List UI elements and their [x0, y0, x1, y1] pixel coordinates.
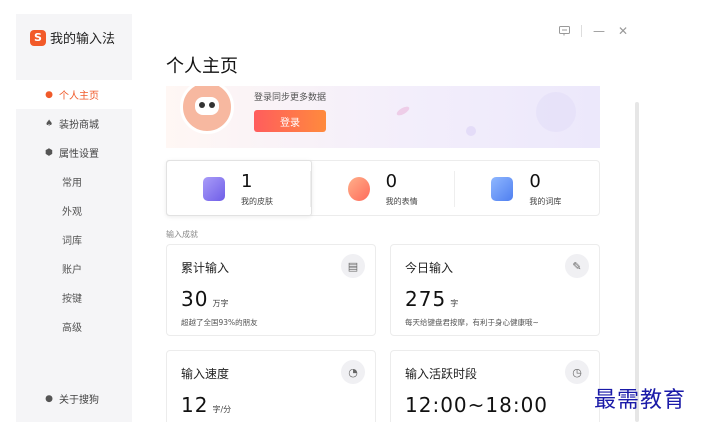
avatar-eye	[199, 102, 205, 108]
person-icon: ●	[45, 89, 53, 100]
sidebar-item-profile[interactable]: ● 个人主页	[16, 80, 132, 109]
sidebar-subitem-appearance[interactable]: 外观	[16, 196, 132, 225]
app-window: S 我的输入法 ● 个人主页 ♠ 装扮商城 ⬢ 属性设置 常用 外观 词库 账户…	[16, 14, 642, 422]
stat-emoticons[interactable]: 0 我的表情	[312, 161, 456, 215]
stat-value: 0	[385, 171, 398, 192]
sidebar-item-about[interactable]: ● 关于搜狗	[16, 384, 132, 413]
stat-value: 0	[529, 171, 541, 192]
stat-label: 我的表情	[385, 197, 418, 206]
scrollbar[interactable]	[635, 102, 639, 422]
sidebar-item-label: 属性设置	[59, 149, 99, 160]
card-value: 30 万字	[181, 287, 228, 311]
avatar-face	[195, 97, 219, 115]
feedback-icon[interactable]	[557, 24, 571, 38]
card-title: 输入活跃时段	[405, 367, 478, 381]
card-value: 275 字	[405, 287, 458, 311]
avatar-eye	[209, 102, 215, 108]
card-unit: 万字	[212, 299, 229, 308]
card-title: 今日输入	[405, 261, 454, 275]
watermark-text: 最需教育	[594, 388, 687, 413]
card-input-speed: 输入速度 ◔ 12 字/分	[166, 350, 376, 422]
titlebar-divider	[581, 25, 582, 37]
sidebar-item-label: 装扮商城	[59, 120, 99, 131]
titlebar-controls: — ✕	[557, 24, 630, 38]
app-title: 我的输入法	[50, 32, 116, 47]
divider	[309, 171, 311, 207]
banner-decoration	[466, 126, 476, 136]
sidebar-nav: ● 个人主页 ♠ 装扮商城 ⬢ 属性设置 常用 外观 词库 账户 按键 高级	[16, 80, 132, 341]
sidebar-subitem-account[interactable]: 账户	[16, 254, 132, 283]
minimize-button[interactable]: —	[592, 24, 606, 38]
login-button[interactable]: 登录	[254, 110, 326, 132]
sidebar-subitem-common[interactable]: 常用	[16, 167, 132, 196]
card-active-period: 输入活跃时段 ◷ 12:00~18:00	[390, 350, 600, 422]
skin-icon	[203, 177, 225, 201]
card-value: 12:00~18:00	[405, 393, 548, 417]
timer-icon[interactable]: ◔	[341, 360, 365, 384]
stat-value: 1	[241, 171, 253, 192]
sidebar-item-settings[interactable]: ⬢ 属性设置	[16, 138, 132, 167]
banner-decoration	[536, 92, 576, 132]
card-unit: 字/分	[212, 405, 232, 414]
card-today-input: 今日输入 ✎ 275 字 每天给键盘君按摩，有利于身心健康哦~	[390, 244, 600, 336]
sidebar-subitem-dictionary[interactable]: 词库	[16, 225, 132, 254]
stat-label: 我的词库	[529, 197, 562, 206]
card-description: 每天给键盘君按摩，有利于身心健康哦~	[405, 318, 539, 327]
card-unit: 字	[450, 299, 459, 308]
dictionary-icon	[491, 177, 514, 201]
sidebar-item-label: 个人主页	[59, 91, 99, 102]
card-title: 输入速度	[181, 367, 230, 381]
stat-skins[interactable]: 1 我的皮肤	[166, 160, 312, 216]
emoticon-icon	[347, 177, 370, 201]
clock-icon[interactable]: ◷	[565, 360, 589, 384]
sidebar-item-store[interactable]: ♠ 装扮商城	[16, 109, 132, 138]
card-value-number: 30	[181, 287, 209, 311]
stat-label: 我的皮肤	[241, 197, 273, 206]
sogou-logo-icon: S	[30, 29, 46, 46]
avatar	[180, 86, 234, 134]
banner-text: 登录同步更多数据	[254, 93, 327, 103]
stat-dictionaries[interactable]: 0 我的词库	[455, 161, 599, 215]
page-title: 个人主页	[166, 56, 238, 77]
sidebar-subitem-keys[interactable]: 按键	[16, 283, 132, 312]
banner-decoration	[395, 104, 411, 118]
document-icon[interactable]: ▤	[341, 254, 365, 278]
card-value-number: 12:00~18:00	[405, 393, 549, 417]
edit-icon[interactable]: ✎	[565, 254, 589, 278]
settings-icon: ⬢	[45, 147, 53, 158]
sidebar: S 我的输入法 ● 个人主页 ♠ 装扮商城 ⬢ 属性设置 常用 外观 词库 账户…	[16, 14, 132, 422]
brand: S 我的输入法	[30, 28, 115, 47]
card-total-input: 累计输入 ▤ 30 万字 超越了全国93%的朋友	[166, 244, 376, 336]
card-description: 超越了全国93%的朋友	[181, 318, 258, 327]
card-title: 累计输入	[181, 261, 230, 275]
stats-row: 1 我的皮肤 0 我的表情 0 我的词库	[166, 160, 600, 216]
sidebar-item-label: 关于搜狗	[59, 395, 99, 406]
section-label: 输入成就	[166, 230, 198, 239]
close-button[interactable]: ✕	[616, 24, 630, 38]
card-value: 12 字/分	[181, 393, 231, 417]
sidebar-subitem-advanced[interactable]: 高级	[16, 312, 132, 341]
sidebar-bottom: ● 关于搜狗	[16, 384, 132, 413]
shirt-icon: ♠	[44, 118, 54, 129]
card-value-number: 275	[405, 287, 447, 311]
info-icon: ●	[45, 393, 53, 404]
card-value-number: 12	[181, 393, 209, 417]
login-banner: 登录同步更多数据 登录	[166, 86, 600, 148]
